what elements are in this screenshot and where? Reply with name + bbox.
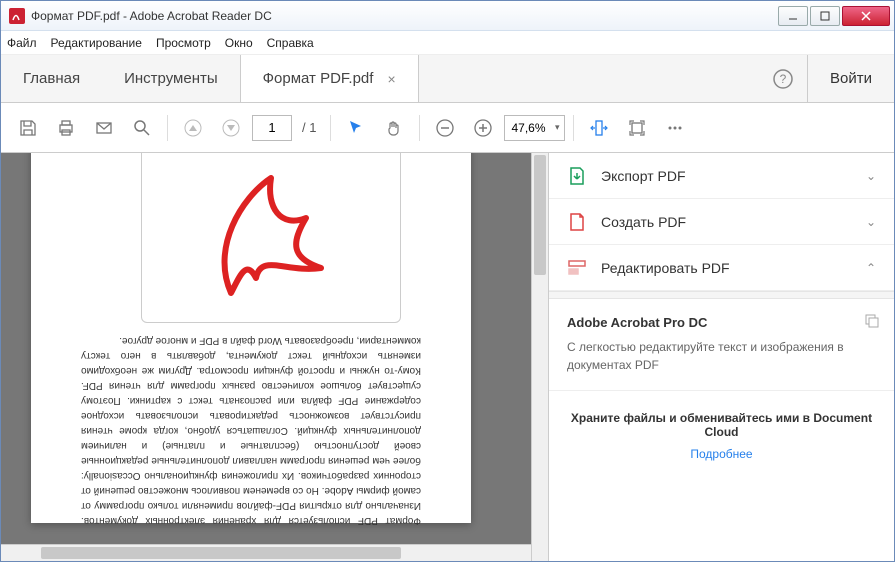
create-icon — [567, 212, 587, 232]
document-area[interactable]: Формат PDF используется для хранения эле… — [1, 153, 548, 561]
hand-tool-button[interactable] — [377, 111, 411, 145]
tab-row: Главная Инструменты Формат PDF.pdf × ? В… — [1, 55, 894, 103]
document-text: Формат PDF используется для хранения эле… — [81, 333, 421, 528]
export-pdf-tool[interactable]: Экспорт PDF ⌄ — [549, 153, 894, 199]
page-total: / 1 — [302, 120, 316, 135]
svg-text:?: ? — [780, 72, 787, 86]
chevron-down-icon: ⌄ — [866, 169, 876, 183]
menu-view[interactable]: Просмотр — [156, 36, 211, 50]
titlebar: Формат PDF.pdf - Adobe Acrobat Reader DC — [1, 1, 894, 31]
tab-home[interactable]: Главная — [1, 55, 102, 102]
edit-icon — [567, 258, 587, 278]
export-pdf-label: Экспорт PDF — [601, 168, 866, 184]
print-button[interactable] — [49, 111, 83, 145]
tab-close-icon[interactable]: × — [387, 71, 395, 87]
chevron-up-icon: ⌃ — [866, 261, 876, 275]
email-button[interactable] — [87, 111, 121, 145]
toolbar: / 1 47,6% — [1, 103, 894, 153]
menubar: Файл Редактирование Просмотр Окно Справк… — [1, 31, 894, 55]
tab-document[interactable]: Формат PDF.pdf × — [240, 55, 419, 102]
login-button[interactable]: Войти — [807, 55, 894, 102]
page-input[interactable] — [252, 115, 292, 141]
cloud-promo: Храните файлы и обменивайтесь ими в Docu… — [549, 391, 894, 481]
more-tools-button[interactable] — [658, 111, 692, 145]
select-tool-button[interactable] — [339, 111, 373, 145]
export-icon — [567, 166, 587, 186]
pro-promo: Adobe Acrobat Pro DC С легкостью редакти… — [549, 299, 894, 391]
create-pdf-label: Создать PDF — [601, 214, 866, 230]
tools-panel: Экспорт PDF ⌄ Создать PDF ⌄ Редактироват… — [548, 153, 894, 561]
fit-width-button[interactable] — [582, 111, 616, 145]
menu-file[interactable]: Файл — [7, 36, 37, 50]
pro-description: С легкостью редактируйте текст и изображ… — [567, 338, 876, 374]
copy-icon[interactable] — [864, 313, 880, 329]
menu-help[interactable]: Справка — [267, 36, 314, 50]
pro-title: Adobe Acrobat Pro DC — [567, 315, 876, 330]
tab-tools[interactable]: Инструменты — [102, 55, 240, 102]
close-button[interactable] — [842, 6, 890, 26]
help-button[interactable]: ? — [759, 55, 807, 102]
prev-page-button[interactable] — [176, 111, 210, 145]
next-page-button[interactable] — [214, 111, 248, 145]
save-button[interactable] — [11, 111, 45, 145]
search-button[interactable] — [125, 111, 159, 145]
scrollbar-vertical[interactable] — [531, 153, 548, 561]
edit-pdf-tool[interactable]: Редактировать PDF ⌃ — [549, 245, 894, 291]
cloud-link[interactable]: Подробнее — [567, 447, 876, 461]
zoom-out-button[interactable] — [428, 111, 462, 145]
document-page: Формат PDF используется для хранения эле… — [31, 153, 471, 523]
pdf-logo-image — [141, 153, 401, 323]
window-title: Формат PDF.pdf - Adobe Acrobat Reader DC — [31, 9, 776, 23]
menu-edit[interactable]: Редактирование — [51, 36, 142, 50]
edit-pdf-label: Редактировать PDF — [601, 260, 866, 276]
minimize-button[interactable] — [778, 6, 808, 26]
zoom-select[interactable]: 47,6% — [504, 115, 564, 141]
scrollbar-horizontal[interactable] — [1, 544, 531, 561]
app-icon — [9, 8, 25, 24]
tab-document-label: Формат PDF.pdf — [263, 70, 374, 87]
chevron-down-icon: ⌄ — [866, 215, 876, 229]
maximize-button[interactable] — [810, 6, 840, 26]
help-icon: ? — [773, 69, 793, 89]
fit-page-button[interactable] — [620, 111, 654, 145]
create-pdf-tool[interactable]: Создать PDF ⌄ — [549, 199, 894, 245]
menu-window[interactable]: Окно — [225, 36, 253, 50]
cloud-title: Храните файлы и обменивайтесь ими в Docu… — [567, 411, 876, 439]
zoom-in-button[interactable] — [466, 111, 500, 145]
